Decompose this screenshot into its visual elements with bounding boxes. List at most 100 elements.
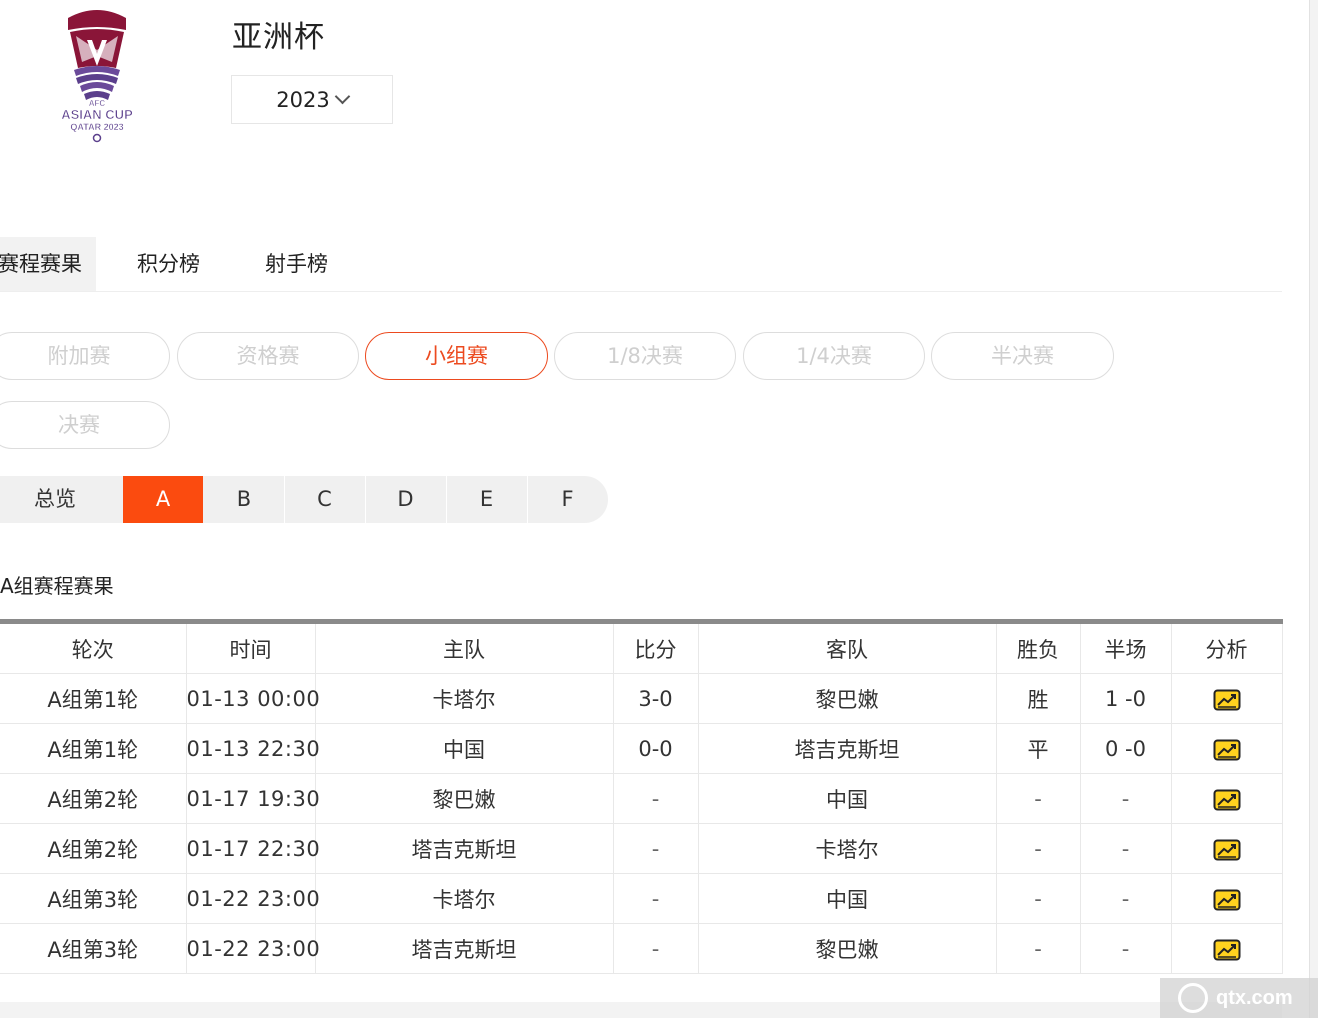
watermark-text: qtx.com [1216, 986, 1293, 1009]
round-cell: A组第1轮 [0, 723, 187, 774]
result-cell: - [996, 923, 1081, 974]
logo-asian-cup-text: ASIAN CUP [61, 107, 133, 122]
halftime-cell: 1 -0 [1080, 673, 1172, 724]
halftime-cell: - [1080, 873, 1172, 924]
time-cell: 01-22 23:00 [186, 923, 320, 974]
stage-qualifier-button[interactable]: 资格赛 [177, 332, 359, 380]
chart-analysis-icon[interactable] [1213, 889, 1241, 911]
header-round: 轮次 [0, 621, 187, 674]
competition-title: 亚洲杯 [232, 20, 325, 55]
group-c-button[interactable]: C [284, 476, 364, 523]
analysis-cell [1171, 723, 1283, 774]
halftime-cell: - [1080, 773, 1172, 824]
header-half: 半场 [1080, 621, 1172, 674]
header-score: 比分 [613, 621, 699, 674]
round-cell: A组第1轮 [0, 673, 187, 724]
stage-final-button[interactable]: 决赛 [0, 401, 170, 449]
main-tabs: 赛程赛果 积分榜 射手榜 [0, 237, 1282, 292]
results-table: 轮次 时间 主队 比分 客队 胜负 半场 分析 A组第1轮 01-13 00:00… [0, 619, 1283, 974]
halftime-cell: - [1080, 823, 1172, 874]
group-e-button[interactable]: E [446, 476, 526, 523]
page-scrollbar[interactable] [1309, 0, 1318, 1018]
home-team-cell[interactable]: 中国 [315, 723, 614, 774]
result-cell: - [996, 823, 1081, 874]
header-time: 时间 [186, 621, 316, 674]
home-team-cell[interactable]: 卡塔尔 [315, 673, 614, 724]
group-selector: 总览 A B C D E F [0, 476, 608, 523]
group-f-button[interactable]: F [527, 476, 607, 523]
season-value: 2023 [276, 87, 330, 112]
chart-analysis-icon[interactable] [1213, 839, 1241, 861]
group-d-button[interactable]: D [365, 476, 445, 523]
stage-playoff-button[interactable]: 附加赛 [0, 332, 170, 380]
round-cell: A组第3轮 [0, 923, 187, 974]
header-away: 客队 [698, 621, 997, 674]
home-team-cell[interactable]: 黎巴嫩 [315, 773, 614, 824]
time-cell: 01-13 00:00 [186, 673, 320, 724]
round-cell: A组第2轮 [0, 773, 187, 824]
time-cell: 01-17 19:30 [186, 773, 320, 824]
chart-analysis-icon[interactable] [1213, 939, 1241, 961]
bottom-strip [0, 1002, 1282, 1018]
table-row: A组第3轮 01-22 23:00 塔吉克斯坦 - 黎巴嫩 - - [0, 923, 1283, 974]
analysis-cell [1171, 873, 1283, 924]
tab-schedule-results[interactable]: 赛程赛果 [0, 237, 96, 291]
analysis-cell [1171, 923, 1283, 974]
halftime-cell: 0 -0 [1080, 723, 1172, 774]
table-row: A组第1轮 01-13 00:00 卡塔尔 3-0 黎巴嫩胜 1 -0 [0, 673, 1283, 724]
home-team-cell[interactable]: 塔吉克斯坦 [315, 823, 614, 874]
away-team-cell[interactable]: 中国 [698, 773, 997, 824]
home-team-cell[interactable]: 塔吉克斯坦 [315, 923, 614, 974]
group-overview-button[interactable]: 总览 [15, 476, 95, 523]
stage-group-button[interactable]: 小组赛 [365, 332, 548, 380]
result-cell: - [996, 773, 1081, 824]
chevron-down-icon [334, 88, 350, 105]
table-row: A组第3轮 01-22 23:00 卡塔尔 - 中国 - - [0, 873, 1283, 924]
table-row: A组第2轮 01-17 19:30 黎巴嫩 - 中国 - - [0, 773, 1283, 824]
tab-top-scorers[interactable]: 射手榜 [265, 237, 328, 291]
score-cell: 0-0 [613, 723, 699, 774]
section-title: A组赛程赛果 [0, 574, 114, 598]
analysis-cell [1171, 823, 1283, 874]
away-team-cell[interactable]: 黎巴嫩 [698, 923, 997, 974]
halftime-cell: - [1080, 923, 1172, 974]
time-cell: 01-22 23:00 [186, 873, 320, 924]
time-cell: 01-13 22:30 [186, 723, 320, 774]
away-team-cell[interactable]: 黎巴嫩 [698, 673, 997, 724]
season-select[interactable]: 2023 [231, 75, 393, 124]
stage-quarterfinal-button[interactable]: 1/4决赛 [743, 332, 925, 380]
table-row: A组第1轮 01-13 22:30 中国 0-0 塔吉克斯坦平 0 -0 [0, 723, 1283, 774]
header-result: 胜负 [996, 621, 1081, 674]
group-a-button[interactable]: A [123, 476, 203, 523]
home-team-cell[interactable]: 卡塔尔 [315, 873, 614, 924]
analysis-cell [1171, 773, 1283, 824]
score-cell: - [613, 923, 699, 974]
analysis-cell [1171, 673, 1283, 724]
away-team-cell[interactable]: 卡塔尔 [698, 823, 997, 874]
chart-analysis-icon[interactable] [1213, 789, 1241, 811]
football-icon [1178, 983, 1208, 1013]
result-cell: 胜 [996, 673, 1081, 724]
result-cell: 平 [996, 723, 1081, 774]
score-cell: - [613, 823, 699, 874]
chart-analysis-icon[interactable] [1213, 689, 1241, 711]
stage-round16-button[interactable]: 1/8决赛 [554, 332, 736, 380]
table-row: A组第2轮 01-17 22:30 塔吉克斯坦 - 卡塔尔 - - [0, 823, 1283, 874]
header-analysis: 分析 [1171, 621, 1283, 674]
header-home: 主队 [315, 621, 614, 674]
time-cell: 01-17 22:30 [186, 823, 320, 874]
away-team-cell[interactable]: 中国 [698, 873, 997, 924]
chart-analysis-icon[interactable] [1213, 739, 1241, 761]
score-cell: - [613, 773, 699, 824]
round-cell: A组第2轮 [0, 823, 187, 874]
round-cell: A组第3轮 [0, 873, 187, 924]
table-header-row: 轮次 时间 主队 比分 客队 胜负 半场 分析 [0, 621, 1283, 674]
away-team-cell[interactable]: 塔吉克斯坦 [698, 723, 997, 774]
score-cell: 3-0 [613, 673, 699, 724]
result-cell: - [996, 873, 1081, 924]
tab-standings[interactable]: 积分榜 [137, 237, 200, 291]
group-b-button[interactable]: B [204, 476, 284, 523]
watermark: qtx.com [1160, 978, 1318, 1018]
stage-semifinal-button[interactable]: 半决赛 [931, 332, 1114, 380]
score-cell: - [613, 873, 699, 924]
